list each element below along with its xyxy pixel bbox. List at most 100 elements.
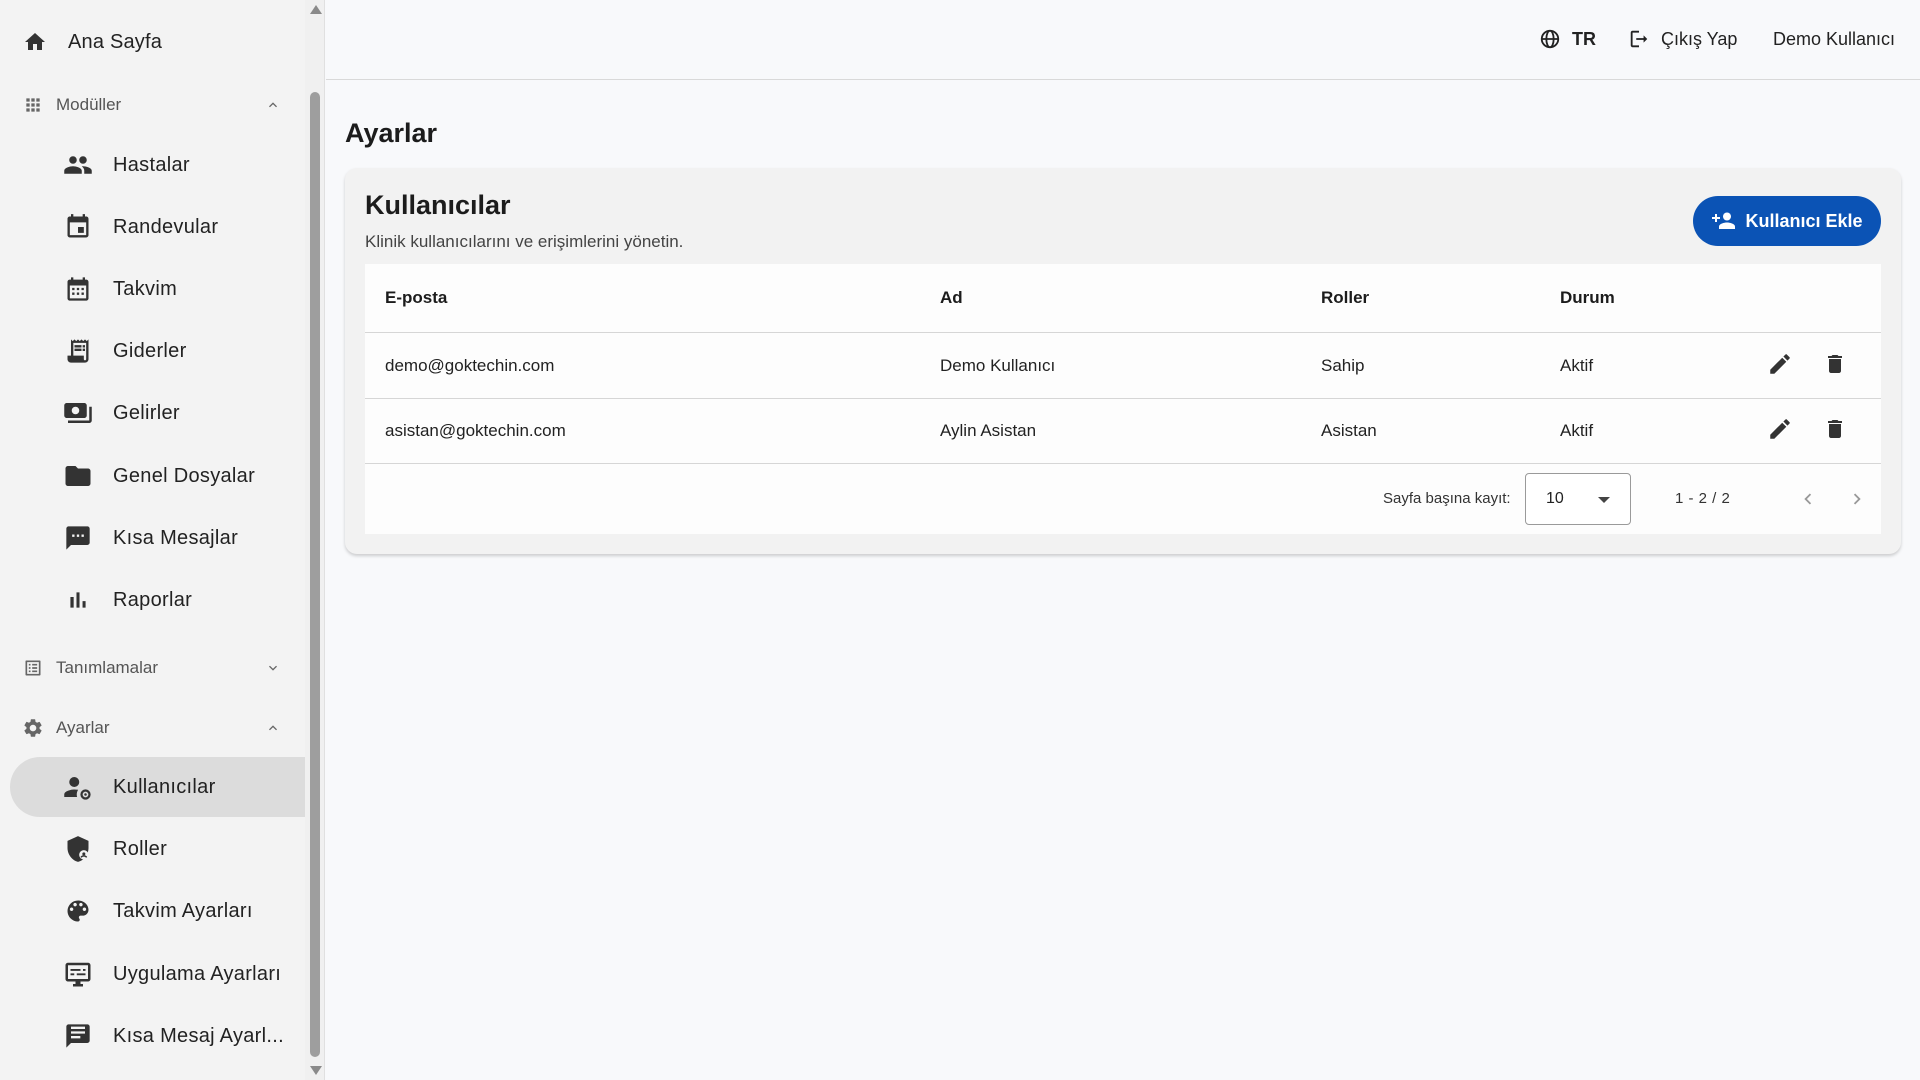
pagination-range: 1 - 2 / 2 bbox=[1675, 490, 1731, 507]
sidebar-section-definitions[interactable]: Tanımlamalar bbox=[10, 643, 305, 693]
sidebar-item-label: Randevular bbox=[113, 215, 219, 238]
caret-down-icon bbox=[1598, 497, 1610, 503]
sidebar-item-label: Kısa Mesaj Ayarl... bbox=[113, 1024, 284, 1047]
sidebar-item-hastalar[interactable]: Hastalar bbox=[10, 135, 305, 195]
message-settings-icon bbox=[62, 1020, 94, 1052]
sidebar-item-gelirler[interactable]: Gelirler bbox=[10, 383, 305, 443]
sidebar-item-takvim[interactable]: Takvim bbox=[10, 259, 305, 319]
shield-icon bbox=[62, 833, 94, 865]
logout-label: Çıkış Yap bbox=[1661, 28, 1738, 49]
page-title: Ayarlar bbox=[345, 118, 438, 148]
sidebar-item-kisa-mesaj-ayarlari[interactable]: Kısa Mesaj Ayarl... bbox=[10, 1006, 305, 1066]
chevron-up-icon[interactable] bbox=[261, 93, 285, 117]
chevron-right-icon bbox=[1853, 493, 1861, 505]
cell-roles: Sahip bbox=[1321, 356, 1365, 375]
folder-icon bbox=[62, 460, 94, 492]
list-icon bbox=[20, 655, 46, 681]
sidebar-item-randevular[interactable]: Randevular bbox=[10, 197, 305, 257]
cell-email: asistan@goktechin.com bbox=[385, 421, 566, 440]
scroll-thumb[interactable] bbox=[310, 92, 320, 1057]
top-bar: TR Çıkış Yap Demo Kullanıcı bbox=[326, 0, 1920, 80]
rows-per-page-select[interactable]: 10 bbox=[1525, 473, 1631, 525]
sidebar-scrollbar[interactable] bbox=[305, 0, 325, 1080]
sidebar-item-kisa-mesajlar[interactable]: Kısa Mesajlar bbox=[10, 508, 305, 568]
language-label: TR bbox=[1572, 28, 1596, 49]
rows-per-page-label: Sayfa başına kayıt: bbox=[1383, 490, 1511, 507]
sidebar-section-label: Ayarlar bbox=[56, 718, 110, 737]
sidebar-item-takvim-ayarlari[interactable]: Takvim Ayarları bbox=[10, 881, 305, 941]
add-user-button[interactable]: Kullanıcı Ekle bbox=[1693, 196, 1881, 246]
receipt-icon bbox=[62, 335, 94, 367]
sidebar-item-label: Kullanıcılar bbox=[113, 775, 216, 798]
cell-name: Aylin Asistan bbox=[940, 421, 1037, 440]
user-name: Demo Kullanıcı bbox=[1773, 28, 1896, 49]
sidebar-item-raporlar[interactable]: Raporlar bbox=[10, 570, 305, 630]
edit-icon[interactable] bbox=[1762, 346, 1798, 382]
settings-display-icon bbox=[62, 958, 94, 990]
column-header-email[interactable]: E-posta bbox=[385, 288, 447, 308]
table-pagination: Sayfa başına kayıt: 10 1 - 2 / 2 bbox=[365, 464, 1881, 534]
cell-name: Demo Kullanıcı bbox=[940, 356, 1056, 375]
rows-per-page-value: 10 bbox=[1546, 490, 1564, 507]
people-icon bbox=[62, 149, 94, 181]
sidebar-item-label: Gelirler bbox=[113, 401, 180, 424]
sidebar-section-settings[interactable]: Ayarlar bbox=[10, 703, 305, 753]
cell-status: Aktif bbox=[1560, 356, 1594, 375]
edit-icon[interactable] bbox=[1762, 411, 1798, 447]
calendar-event-icon bbox=[62, 211, 94, 243]
calendar-month-icon bbox=[62, 273, 94, 305]
sidebar-item-home[interactable]: Ana Sayfa bbox=[10, 12, 305, 72]
language-switcher[interactable]: TR bbox=[1538, 24, 1596, 54]
delete-icon[interactable] bbox=[1817, 346, 1853, 382]
sidebar-item-uygulama-ayarlari[interactable]: Uygulama Ayarları bbox=[10, 944, 305, 1004]
delete-icon[interactable] bbox=[1817, 411, 1853, 447]
chevron-up-icon[interactable] bbox=[261, 716, 285, 740]
previous-page-button[interactable] bbox=[1792, 483, 1824, 515]
card-title: Kullanıcılar bbox=[365, 190, 511, 220]
cell-roles: Asistan bbox=[1321, 421, 1377, 440]
sidebar-item-label: Hastalar bbox=[113, 153, 190, 176]
globe-icon bbox=[1538, 27, 1562, 51]
scroll-down-arrow-icon[interactable] bbox=[310, 1066, 322, 1075]
sidebar-item-label: Ana Sayfa bbox=[68, 30, 163, 53]
sidebar-section-label: Modüller bbox=[56, 95, 122, 114]
column-header-status[interactable]: Durum bbox=[1560, 288, 1615, 308]
column-header-roles[interactable]: Roller bbox=[1321, 288, 1369, 308]
card-subtitle: Klinik kullanıcılarını ve erişimlerini y… bbox=[365, 232, 684, 251]
users-table: E-posta Ad Roller Durum demo@goktechin.c… bbox=[365, 264, 1881, 534]
sidebar: Ana Sayfa Modüller Hastalar Randevular T… bbox=[0, 0, 305, 1080]
sidebar-item-label: Uygulama Ayarları bbox=[113, 962, 282, 985]
scroll-up-arrow-icon[interactable] bbox=[310, 5, 322, 14]
table-row[interactable]: asistan@goktechin.com Aylin Asistan Asis… bbox=[365, 399, 1881, 464]
sidebar-item-label: Raporlar bbox=[113, 588, 193, 611]
manage-accounts-icon bbox=[62, 771, 94, 803]
sidebar-section-label: Tanımlamalar bbox=[56, 658, 159, 677]
logout-icon bbox=[1627, 27, 1651, 51]
apps-grid-icon bbox=[20, 92, 46, 118]
sms-icon bbox=[62, 522, 94, 554]
gear-icon bbox=[20, 715, 46, 741]
home-icon bbox=[20, 27, 50, 57]
sidebar-section-modules[interactable]: Modüller bbox=[10, 80, 305, 130]
table-header: E-posta Ad Roller Durum bbox=[365, 264, 1881, 333]
users-card: Kullanıcılar Klinik kullanıcılarını ve e… bbox=[345, 168, 1901, 554]
table-row[interactable]: demo@goktechin.com Demo Kullanıcı Sahip … bbox=[365, 334, 1881, 399]
chevron-down-icon[interactable] bbox=[261, 656, 285, 680]
sidebar-item-roller[interactable]: Roller bbox=[10, 819, 305, 879]
chevron-left-icon bbox=[1804, 493, 1812, 505]
sidebar-item-label: Takvim Ayarları bbox=[113, 899, 253, 922]
sidebar-item-genel-dosyalar[interactable]: Genel Dosyalar bbox=[10, 446, 305, 506]
sidebar-item-giderler[interactable]: Giderler bbox=[10, 321, 305, 381]
sidebar-item-kullanicilar[interactable]: Kullanıcılar bbox=[10, 757, 305, 817]
palette-icon bbox=[62, 895, 94, 927]
payments-icon bbox=[62, 397, 94, 429]
user-menu[interactable]: Demo Kullanıcı bbox=[1773, 24, 1895, 54]
logout-button[interactable]: Çıkış Yap bbox=[1627, 24, 1737, 54]
sidebar-item-label: Giderler bbox=[113, 339, 187, 362]
next-page-button[interactable] bbox=[1841, 483, 1873, 515]
column-header-name[interactable]: Ad bbox=[940, 288, 963, 308]
sidebar-item-label: Takvim bbox=[113, 277, 178, 300]
cell-email: demo@goktechin.com bbox=[385, 356, 555, 375]
sidebar-item-label: Genel Dosyalar bbox=[113, 464, 256, 487]
add-user-label: Kullanıcı Ekle bbox=[1745, 210, 1863, 231]
